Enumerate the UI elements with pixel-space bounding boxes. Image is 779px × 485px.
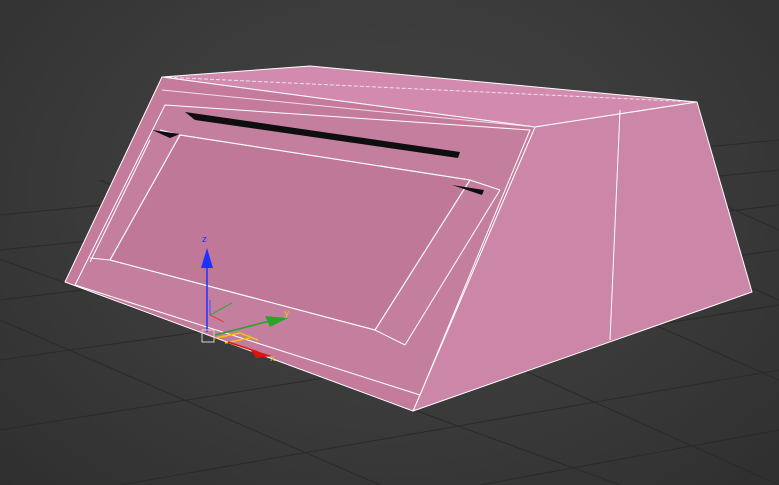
gizmo-z-label: z	[202, 235, 207, 245]
gizmo-x-label: x	[270, 354, 276, 364]
viewport-scene[interactable]: z y x	[0, 0, 779, 485]
3d-perspective-viewport[interactable]: z y x	[0, 0, 779, 485]
pink-box-mesh[interactable]	[64, 65, 753, 412]
gizmo-y-label: y	[284, 309, 290, 319]
